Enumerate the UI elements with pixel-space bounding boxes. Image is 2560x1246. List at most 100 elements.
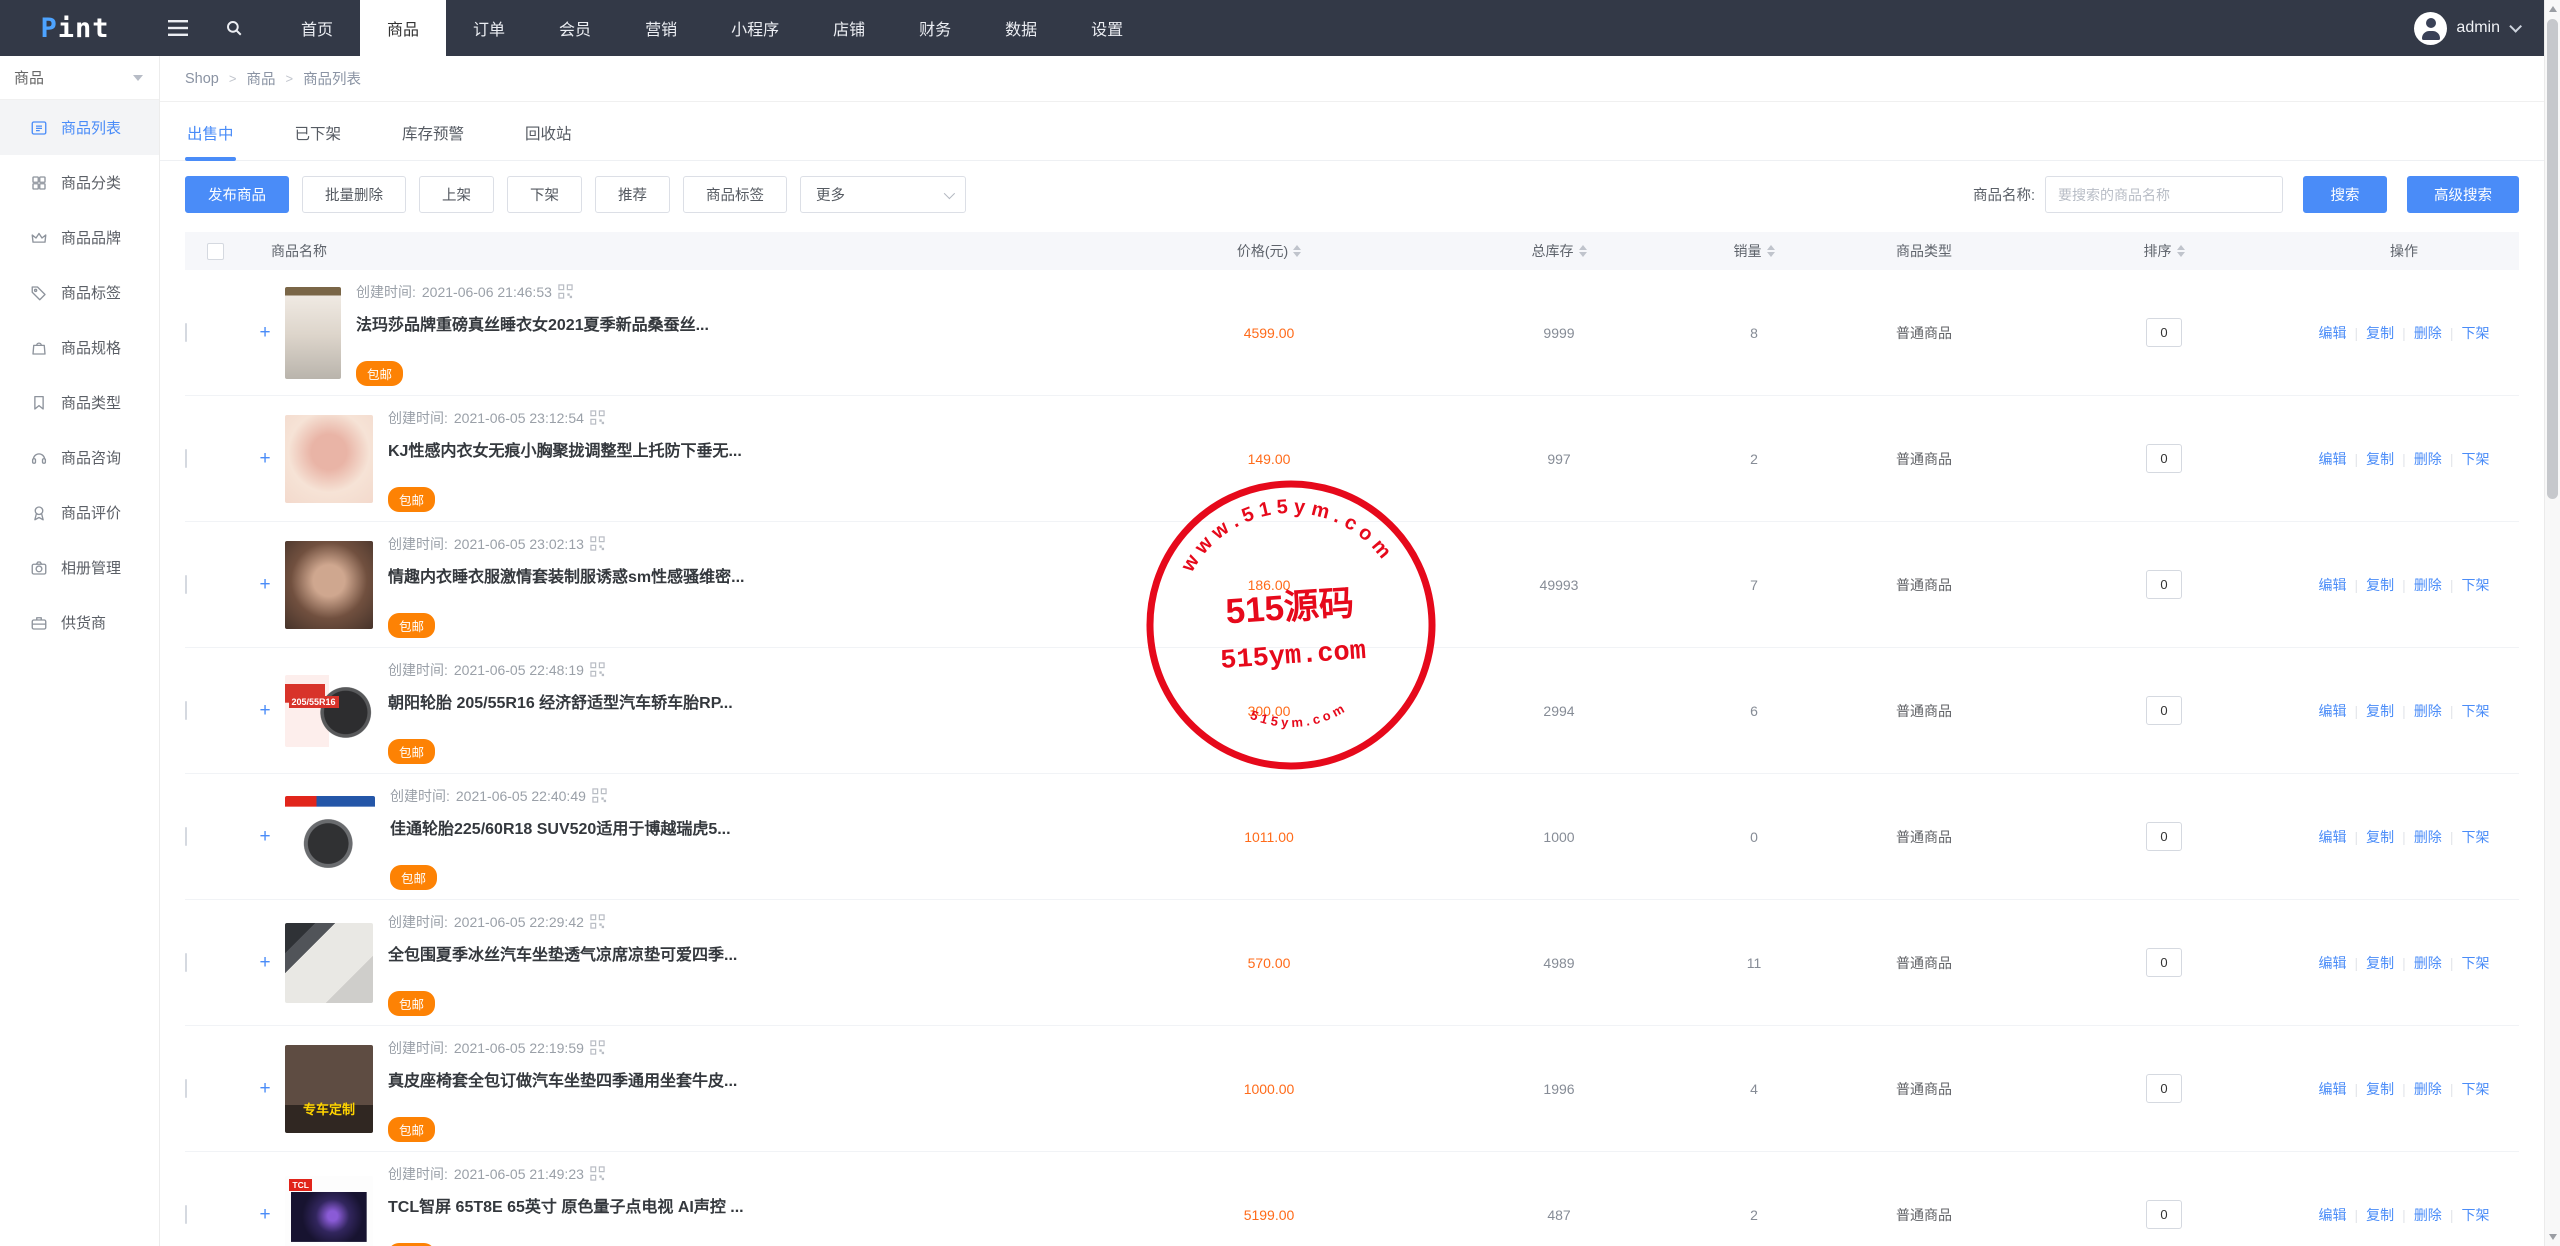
copy-link[interactable]: 复制 [2366,323,2394,343]
delete-link[interactable]: 删除 [2414,449,2442,469]
hamburger-menu-icon[interactable] [150,0,206,56]
tab-0[interactable]: 出售中 [185,102,236,160]
nav-item-8[interactable]: 数据 [978,0,1064,56]
sidebar-item-8[interactable]: 相册管理 [0,540,159,595]
sidebar-item-9[interactable]: 供货商 [0,595,159,650]
offshelf-link[interactable]: 下架 [2461,323,2489,343]
scroll-up-arrow-icon[interactable] [2549,6,2557,12]
nav-search-icon[interactable] [206,0,262,56]
offshelf-link[interactable]: 下架 [2461,449,2489,469]
sidebar-item-6[interactable]: 商品咨询 [0,430,159,485]
nav-item-2[interactable]: 订单 [446,0,532,56]
row-checkbox[interactable] [185,575,187,594]
delete-link[interactable]: 删除 [2414,1205,2442,1225]
edit-link[interactable]: 编辑 [2319,575,2347,595]
copy-link[interactable]: 复制 [2366,1079,2394,1099]
edit-link[interactable]: 编辑 [2319,1205,2347,1225]
tab-3[interactable]: 回收站 [523,102,574,160]
copy-link[interactable]: 复制 [2366,575,2394,595]
search-button[interactable]: 搜索 [2303,176,2387,213]
edit-link[interactable]: 编辑 [2319,323,2347,343]
breadcrumb-item-1[interactable]: 商品 [246,68,275,89]
nav-item-1[interactable]: 商品 [360,0,446,56]
row-checkbox[interactable] [185,1079,187,1098]
delete-link[interactable]: 删除 [2414,1079,2442,1099]
scroll-down-arrow-icon[interactable] [2549,1234,2557,1240]
sidebar-item-1[interactable]: 商品分类 [0,155,159,210]
sort-input[interactable] [2146,570,2182,599]
sort-input[interactable] [2146,318,2182,347]
toolbar-button-1[interactable]: 上架 [419,176,494,213]
sort-input[interactable] [2146,822,2182,851]
qrcode-icon[interactable] [590,1040,605,1055]
product-image[interactable] [285,796,375,878]
column-header-1[interactable]: 价格(元) [1119,241,1419,261]
product-title[interactable]: 法玛莎品牌重磅真丝睡衣女2021夏季新品桑蚕丝... [356,311,709,335]
column-header-5[interactable]: 排序 [2039,241,2289,261]
toolbar-button-3[interactable]: 推荐 [595,176,670,213]
row-checkbox[interactable] [185,701,187,720]
product-name-search-input[interactable] [2045,176,2283,213]
edit-link[interactable]: 编辑 [2319,701,2347,721]
product-image[interactable] [285,415,373,503]
copy-link[interactable]: 复制 [2366,1205,2394,1225]
expand-row-button[interactable]: + [245,953,285,972]
sort-carets-icon[interactable] [1293,245,1301,257]
product-title[interactable]: TCL智屏 65T8E 65英寸 原色量子点电视 AI声控 ... [388,1193,744,1217]
expand-row-button[interactable]: + [245,827,285,846]
expand-row-button[interactable]: + [245,449,285,468]
user-menu[interactable]: admin [2414,0,2544,56]
delete-link[interactable]: 删除 [2414,701,2442,721]
qrcode-icon[interactable] [590,410,605,425]
product-image[interactable]: TCL [285,1176,373,1246]
sort-carets-icon[interactable] [2177,245,2185,257]
sort-input[interactable] [2146,948,2182,977]
nav-item-5[interactable]: 小程序 [704,0,806,56]
sidebar-section-toggle[interactable]: 商品 [0,56,159,100]
nav-item-6[interactable]: 店铺 [806,0,892,56]
sidebar-item-5[interactable]: 商品类型 [0,375,159,430]
delete-link[interactable]: 删除 [2414,953,2442,973]
qrcode-icon[interactable] [592,788,607,803]
row-checkbox[interactable] [185,953,187,972]
row-checkbox[interactable] [185,1205,187,1224]
offshelf-link[interactable]: 下架 [2461,701,2489,721]
row-checkbox[interactable] [185,827,187,846]
row-checkbox[interactable] [185,323,187,342]
tab-2[interactable]: 库存预警 [400,102,466,160]
qrcode-icon[interactable] [590,662,605,677]
advanced-search-button[interactable]: 高级搜索 [2407,176,2519,213]
toolbar-button-4[interactable]: 商品标签 [683,176,787,213]
toolbar-button-2[interactable]: 下架 [507,176,582,213]
sidebar-item-4[interactable]: 商品规格 [0,320,159,375]
edit-link[interactable]: 编辑 [2319,449,2347,469]
row-checkbox[interactable] [185,449,187,468]
qrcode-icon[interactable] [590,914,605,929]
more-actions-select[interactable]: 更多 [800,176,966,213]
copy-link[interactable]: 复制 [2366,701,2394,721]
copy-link[interactable]: 复制 [2366,827,2394,847]
nav-item-7[interactable]: 财务 [892,0,978,56]
edit-link[interactable]: 编辑 [2319,953,2347,973]
delete-link[interactable]: 删除 [2414,575,2442,595]
offshelf-link[interactable]: 下架 [2461,575,2489,595]
nav-item-0[interactable]: 首页 [274,0,360,56]
product-image[interactable]: 205/55R16 [285,675,373,747]
sort-carets-icon[interactable] [1579,245,1587,257]
tab-1[interactable]: 已下架 [293,102,344,160]
expand-row-button[interactable]: + [245,701,285,720]
copy-link[interactable]: 复制 [2366,449,2394,469]
column-header-3[interactable]: 销量 [1699,241,1809,261]
offshelf-link[interactable]: 下架 [2461,1079,2489,1099]
product-image[interactable] [285,287,341,379]
sort-input[interactable] [2146,1200,2182,1229]
product-title[interactable]: 真皮座椅套全包订做汽车坐垫四季通用坐套牛皮... [388,1067,737,1091]
expand-row-button[interactable]: + [245,323,285,342]
edit-link[interactable]: 编辑 [2319,1079,2347,1099]
expand-row-button[interactable]: + [245,575,285,594]
qrcode-icon[interactable] [558,284,573,299]
edit-link[interactable]: 编辑 [2319,827,2347,847]
product-image[interactable] [285,541,373,629]
delete-link[interactable]: 删除 [2414,323,2442,343]
scrollbar-thumb[interactable] [2547,19,2558,499]
